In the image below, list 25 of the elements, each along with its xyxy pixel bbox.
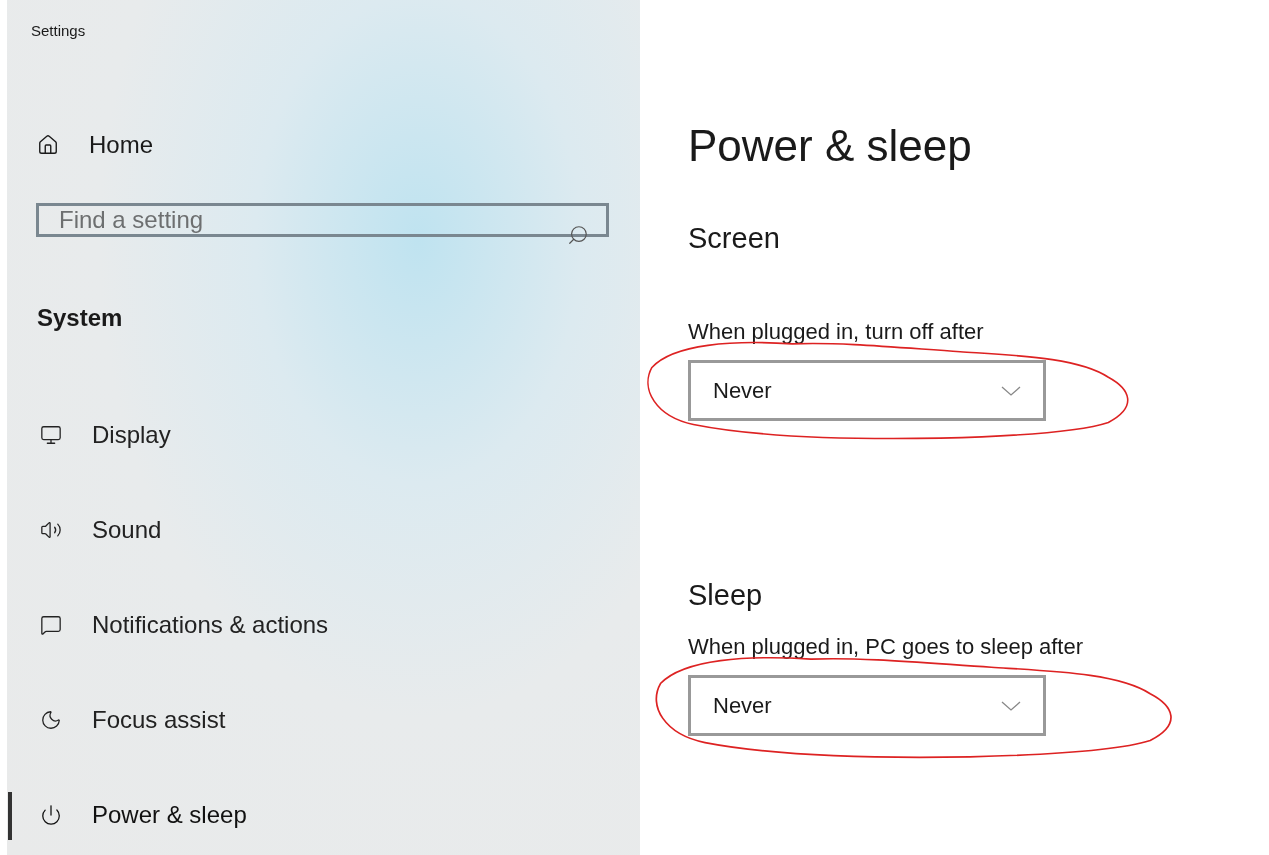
page-title: Power & sleep: [688, 124, 972, 168]
sidebar-item[interactable]: Focus assist: [40, 702, 226, 738]
section-heading: Screen: [688, 224, 780, 253]
setting-label: When plugged in, turn off after: [688, 318, 984, 346]
home-icon: [37, 133, 59, 156]
sidebar-item[interactable]: Sound: [40, 512, 162, 548]
window-title: Settings: [31, 21, 86, 41]
monitor-icon: [40, 424, 62, 446]
search-field[interactable]: Find a setting: [36, 202, 609, 237]
dropdown[interactable]: Never: [688, 675, 1046, 736]
chevron-icon: [1001, 700, 1021, 711]
setting-label: When plugged in, PC goes to sleep after: [688, 633, 1084, 661]
sidebar-item[interactable]: Power & sleep: [40, 797, 247, 833]
sidebar-item[interactable]: Notifications & actions: [40, 607, 329, 643]
dropdown[interactable]: Never: [688, 360, 1046, 421]
search-icon: [567, 223, 589, 246]
speech-bubble-icon: [40, 614, 62, 636]
chevron-icon: [1001, 385, 1021, 396]
sidebar-item[interactable]: Display: [40, 417, 171, 453]
home-link[interactable]: Home: [37, 126, 154, 163]
section-heading: Sleep: [688, 581, 763, 610]
speaker-icon: [40, 519, 62, 541]
group-heading: System: [37, 302, 123, 333]
power-icon: [40, 804, 62, 826]
moon-icon: [40, 709, 62, 731]
